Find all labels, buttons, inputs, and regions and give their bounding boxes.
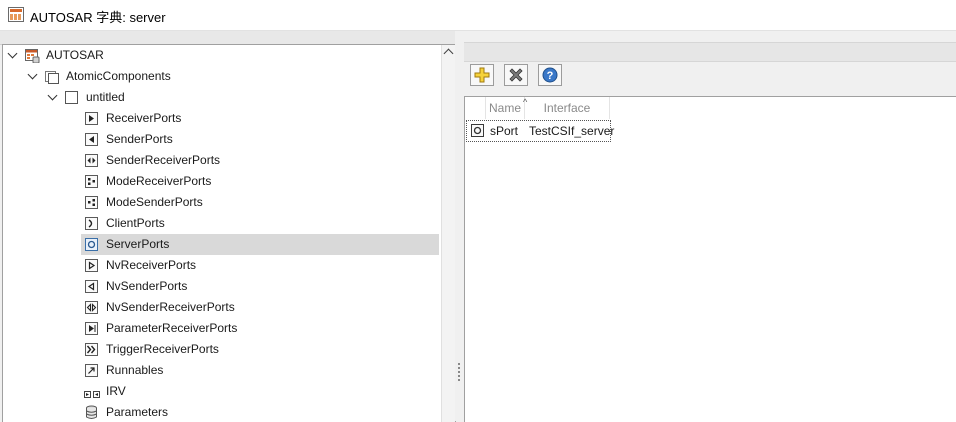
tree-item-label: ModeReceiverPorts (106, 174, 212, 188)
tree-item-receiver-ports[interactable]: ReceiverPorts (81, 108, 439, 129)
parameters-icon (85, 405, 98, 420)
delete-icon (508, 67, 524, 86)
tree-item-parameters[interactable]: Parameters (81, 402, 439, 422)
sender-port-icon (85, 133, 98, 146)
tree-item-label: ParameterReceiverPorts (106, 321, 238, 335)
add-button[interactable] (470, 64, 494, 86)
trigger-receiver-port-icon (85, 343, 98, 356)
tree-node-label: AUTOSAR (46, 48, 104, 62)
tree-item-label: ModeSenderPorts (106, 195, 203, 209)
tree-item-label: TriggerReceiverPorts (106, 342, 219, 356)
add-icon (474, 67, 490, 86)
tree-item-mode-sender-ports[interactable]: ModeSenderPorts (81, 192, 439, 213)
tree-node-atomic-components[interactable]: AtomicComponents (3, 66, 439, 87)
tree-item-parameter-receiver-ports[interactable]: ParameterReceiverPorts (81, 318, 439, 339)
tree-item-label: Runnables (106, 363, 164, 377)
delete-button[interactable] (504, 64, 528, 86)
autosar-package-icon (25, 49, 40, 64)
tree-item-label: NvSenderReceiverPorts (106, 300, 235, 314)
tree-item-label: SenderReceiverPorts (106, 153, 221, 167)
tree-item-label: IRV (106, 384, 126, 398)
irv-icon (84, 386, 100, 398)
table-header-name[interactable]: ^ Name (486, 97, 527, 119)
help-icon: ? (542, 67, 558, 86)
component-icon (65, 91, 78, 104)
properties-table: ^ Name Interface sPort TestCSIf_server (464, 96, 956, 422)
tree-node-autosar[interactable]: AUTOSAR (3, 45, 439, 66)
tree-item-nv-sender-receiver-ports[interactable]: NvSenderReceiverPorts (81, 297, 439, 318)
scroll-up-icon[interactable] (443, 48, 454, 59)
tree-item-label: SenderPorts (106, 132, 173, 146)
tree-scrollbar[interactable] (441, 45, 455, 422)
mode-receiver-port-icon (85, 175, 98, 188)
tree-item-mode-receiver-ports[interactable]: ModeReceiverPorts (81, 171, 439, 192)
table-header-interface[interactable]: Interface (525, 97, 610, 119)
window-title: AUTOSAR 字典: server (30, 10, 166, 25)
receiver-port-icon (85, 112, 98, 125)
tree-item-client-ports[interactable]: ClientPorts (81, 213, 439, 234)
tree-item-server-ports[interactable]: ServerPorts (81, 234, 439, 255)
folder-icon (45, 70, 59, 84)
nv-receiver-port-icon (85, 259, 98, 272)
runnable-icon (85, 364, 98, 377)
autosar-dictionary-icon (8, 7, 24, 22)
help-button[interactable]: ? (538, 64, 562, 86)
nv-sender-receiver-port-icon (85, 301, 98, 314)
tree-item-irv[interactable]: IRV (81, 381, 439, 402)
tree-view: AUTOSAR AtomicComponents untitled Receiv… (2, 44, 456, 422)
tree-header (0, 31, 455, 45)
tree-item-sender-ports[interactable]: SenderPorts (81, 129, 439, 150)
tree-item-label: Parameters (106, 405, 169, 419)
table-cell-interface[interactable]: TestCSIf_server (529, 121, 614, 141)
tree-item-sender-receiver-ports[interactable]: SenderReceiverPorts (81, 150, 439, 171)
tree-item-label: NvSenderPorts (106, 279, 188, 293)
tree-item-trigger-receiver-ports[interactable]: TriggerReceiverPorts (81, 339, 439, 360)
tree-node-label: AtomicComponents (66, 69, 171, 83)
chevron-down-icon[interactable] (27, 66, 39, 87)
parameter-receiver-port-icon (85, 322, 98, 335)
right-pane-top (464, 31, 956, 42)
mode-sender-port-icon (85, 196, 98, 209)
tree-item-label: ReceiverPorts (106, 111, 182, 125)
splitter-grip-icon[interactable] (458, 363, 460, 381)
pane-splitter[interactable] (455, 31, 464, 421)
chevron-down-icon[interactable] (7, 45, 19, 66)
sender-receiver-port-icon (85, 154, 98, 167)
title-bar: AUTOSAR 字典: server (0, 0, 956, 31)
server-port-icon (85, 238, 98, 251)
client-port-icon (85, 217, 98, 230)
tree-item-label: ClientPorts (106, 216, 165, 230)
tree-item-nv-sender-ports[interactable]: NvSenderPorts (81, 276, 439, 297)
table-header-icon-column (465, 97, 486, 119)
svg-text:?: ? (547, 70, 554, 82)
server-port-icon (471, 124, 484, 137)
table-row[interactable]: sPort TestCSIf_server (466, 120, 614, 142)
tree-item-runnables[interactable]: Runnables (81, 360, 439, 381)
tree-item-nv-receiver-ports[interactable]: NvReceiverPorts (81, 255, 439, 276)
right-pane-header-strip (464, 42, 956, 62)
table-cell-name[interactable]: sPort (490, 121, 518, 141)
tree-item-label: ServerPorts (106, 237, 170, 251)
tree-node-untitled[interactable]: untitled (3, 87, 439, 108)
chevron-down-icon[interactable] (47, 87, 59, 108)
nv-sender-port-icon (85, 280, 98, 293)
tree-node-label: untitled (86, 90, 125, 104)
tree-item-label: NvReceiverPorts (106, 258, 197, 272)
